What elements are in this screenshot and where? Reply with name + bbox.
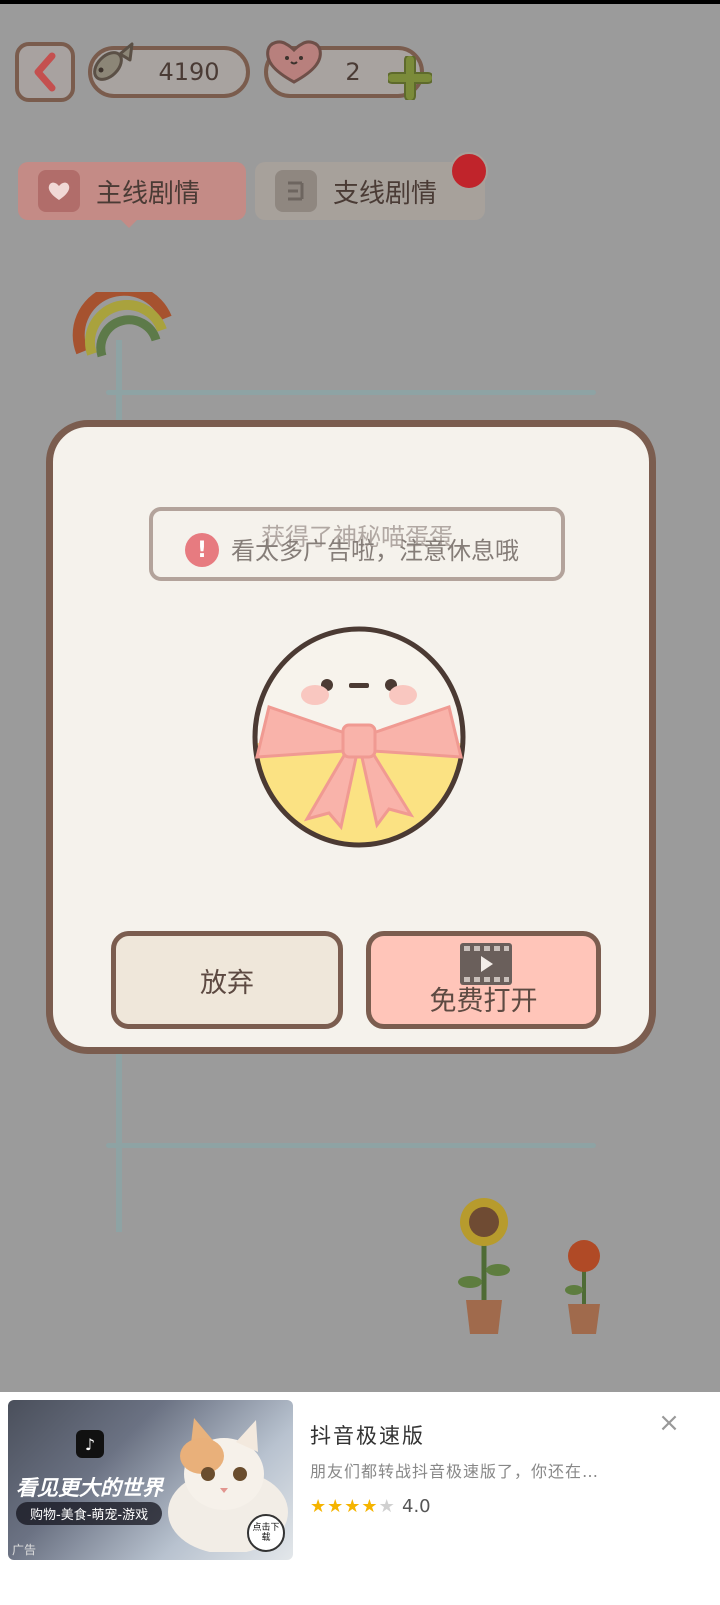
timeline-divider-top [106, 390, 596, 395]
douyin-logo-icon: ♪ [76, 1430, 104, 1458]
tab-main-story[interactable]: 主线剧情 [18, 162, 246, 220]
flower-pots-decoration [458, 1198, 600, 1334]
timeline-line-bottom [116, 1050, 122, 1232]
download-button[interactable]: 点击下载 [247, 1514, 285, 1552]
timeline-line-top [116, 340, 122, 430]
egg-reward-dialog: 获得了神秘喵蛋蛋 ! 看太多广告啦，注意休息哦 放弃 免费打开 [46, 420, 656, 1054]
fish-icon [93, 42, 134, 81]
tab-side-story-label: 支线剧情 [333, 178, 438, 209]
chevron-left-icon [34, 52, 56, 92]
give-up-label: 放弃 [200, 967, 254, 999]
rating-stars: ★★★★★ [310, 1496, 396, 1517]
rest-reminder-toast: 获得了神秘喵蛋蛋 ! 看太多广告啦，注意休息哦 [149, 507, 565, 581]
timeline-divider-bottom [106, 1143, 596, 1148]
ad-banner[interactable]: ♪ 看见更大的世界 购物-美食-萌宠-游戏 点击下载 广告 抖音极速版 朋友们都… [0, 1392, 720, 1605]
tab-main-story-label: 主线剧情 [96, 178, 201, 209]
ad-subline: 购物-美食-萌宠-游戏 [16, 1502, 163, 1525]
ad-app-name[interactable]: 抖音极速版 [310, 1420, 425, 1450]
status-bar-edge [0, 0, 720, 4]
notification-dot [450, 152, 488, 190]
side-book-icon [275, 170, 317, 212]
free-open-button[interactable]: 免费打开 [366, 931, 601, 1029]
star-icon: ★ [310, 1496, 328, 1517]
ad-headline: 看见更大的世界 [16, 1476, 163, 1500]
heart-icon [266, 40, 322, 84]
back-button[interactable] [15, 42, 75, 102]
rainbow-icon [72, 292, 172, 358]
active-tab-pointer [117, 216, 141, 228]
give-up-button[interactable]: 放弃 [111, 931, 343, 1029]
add-hearts-button[interactable] [388, 56, 432, 100]
ad-tag: 广告 [12, 1543, 37, 1557]
close-icon[interactable]: × [656, 1410, 682, 1436]
star-empty-icon: ★ [378, 1496, 396, 1517]
warning-icon: ! [185, 533, 219, 567]
mystery-egg-image [252, 626, 466, 848]
heart-count: 2 [345, 58, 361, 86]
ad-rating: 4.0 [402, 1496, 431, 1517]
ad-description: 朋友们都转战抖音极速版了，你还在… [310, 1462, 600, 1481]
star-icon: ★ [327, 1496, 345, 1517]
free-open-label: 免费打开 [429, 986, 538, 1017]
coin-count: 4190 [158, 58, 220, 86]
toast-message: 看太多广告啦，注意休息哦 [231, 537, 519, 565]
ad-image[interactable]: ♪ 看见更大的世界 购物-美食-萌宠-游戏 点击下载 广告 [8, 1400, 293, 1560]
star-icon: ★ [361, 1496, 379, 1517]
star-icon: ★ [344, 1496, 362, 1517]
heart-book-icon [38, 170, 80, 212]
